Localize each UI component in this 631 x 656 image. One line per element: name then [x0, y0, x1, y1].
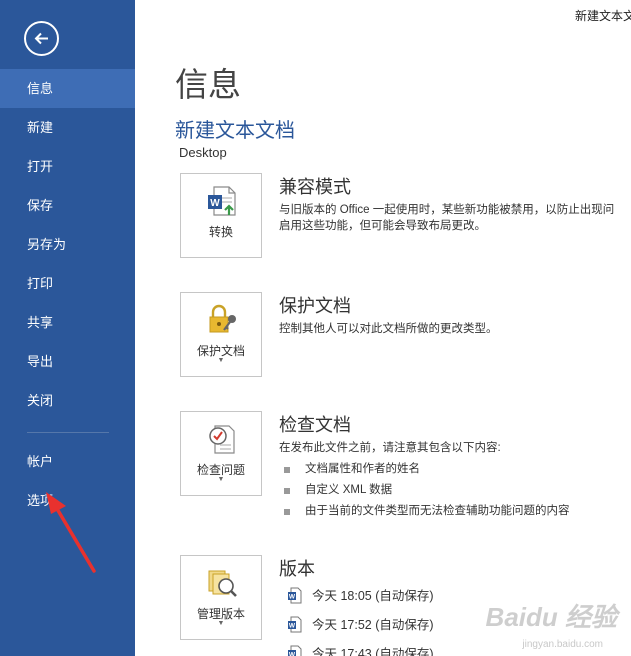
sidebar-item-options[interactable]: 选项 [0, 481, 135, 520]
lock-key-icon [209, 304, 236, 333]
backstage-sidebar: 信息 新建 打开 保存 另存为 打印 共享 导出 关闭 帐户 选项 [0, 0, 135, 656]
word-document-icon: W [288, 616, 302, 633]
version-item[interactable]: W 今天 17:52 (自动保存) [279, 614, 434, 643]
sidebar-item-save[interactable]: 保存 [0, 186, 135, 225]
info-pane: 新建文本文 信息 新建文本文档 Desktop W 转换 兼容模式 与旧版本的 … [135, 0, 631, 656]
sidebar-item-print[interactable]: 打印 [0, 264, 135, 303]
section-description: 与旧版本的 Office 一起使用时，某些新功能被禁用，以防止出现问 启用这些功… [279, 204, 615, 232]
list-item: 自定义 XML 数据 [279, 480, 570, 501]
window-title: 新建文本文 [575, 9, 631, 23]
protect-document-button[interactable]: 保护文档 ▼ [180, 292, 262, 377]
svg-text:W: W [289, 652, 296, 656]
sidebar-divider [27, 432, 109, 433]
inspect-bullet-list: 文档属性和作者的姓名 自定义 XML 数据 由于当前的文件类型而无法检查辅助功能… [279, 459, 570, 522]
list-item: 文档属性和作者的姓名 [279, 459, 570, 480]
sidebar-item-close[interactable]: 关闭 [0, 381, 135, 420]
inspect-document-icon [209, 425, 235, 454]
svg-text:W: W [289, 594, 296, 601]
document-location: Desktop [179, 145, 227, 160]
chevron-down-icon: ▼ [217, 620, 225, 627]
sidebar-item-info[interactable]: 信息 [0, 69, 135, 108]
version-item[interactable]: W 今天 17:43 (自动保存) [279, 643, 434, 656]
version-label: 今天 18:05 (自动保存) [312, 589, 434, 603]
chevron-down-icon: ▼ [217, 476, 225, 483]
sidebar-item-new[interactable]: 新建 [0, 108, 135, 147]
check-for-issues-button[interactable]: 检查问题 ▼ [180, 411, 262, 496]
version-item[interactable]: W 今天 18:05 (自动保存) [279, 585, 434, 614]
chevron-down-icon: ▼ [217, 357, 225, 364]
sidebar-nav: 信息 新建 打开 保存 另存为 打印 共享 导出 关闭 [0, 69, 135, 420]
watermark: Baidu 经验 [485, 602, 617, 632]
word-document-icon: W [288, 587, 302, 604]
back-arrow-icon [34, 32, 48, 45]
section-description: 控制其他人可以对此文档所做的更改类型。 [279, 323, 498, 335]
version-label: 今天 17:52 (自动保存) [312, 618, 434, 632]
word-convert-icon: W [208, 186, 236, 216]
manage-versions-icon [208, 570, 237, 597]
back-button[interactable] [24, 21, 59, 56]
document-name: 新建文本文档 [175, 120, 295, 142]
version-list: W 今天 18:05 (自动保存) W 今天 17:52 (自动保存) W 今天… [279, 585, 434, 656]
section-title: 版本 [279, 559, 315, 579]
sidebar-item-open[interactable]: 打开 [0, 147, 135, 186]
sidebar-item-export[interactable]: 导出 [0, 342, 135, 381]
version-label: 今天 17:43 (自动保存) [312, 647, 434, 656]
section-title: 检查文档 [279, 415, 351, 435]
sidebar-item-share[interactable]: 共享 [0, 303, 135, 342]
section-title: 兼容模式 [279, 177, 351, 197]
manage-versions-button[interactable]: 管理版本 ▼ [180, 555, 262, 640]
svg-text:W: W [210, 198, 220, 209]
sidebar-item-save-as[interactable]: 另存为 [0, 225, 135, 264]
svg-text:W: W [289, 623, 296, 630]
watermark-url: jingyan.baidu.com [522, 639, 603, 650]
section-description: 在发布此文件之前，请注意其包含以下内容: [279, 442, 501, 454]
section-title: 保护文档 [279, 296, 351, 316]
sidebar-item-account[interactable]: 帐户 [0, 442, 135, 481]
list-item: 由于当前的文件类型而无法检查辅助功能问题的内容 [279, 501, 570, 522]
convert-button[interactable]: W 转换 [180, 173, 262, 258]
sidebar-nav-bottom: 帐户 选项 [0, 442, 135, 520]
page-title: 信息 [175, 66, 241, 103]
convert-button-label: 转换 [208, 225, 233, 239]
word-document-icon: W [288, 645, 302, 656]
